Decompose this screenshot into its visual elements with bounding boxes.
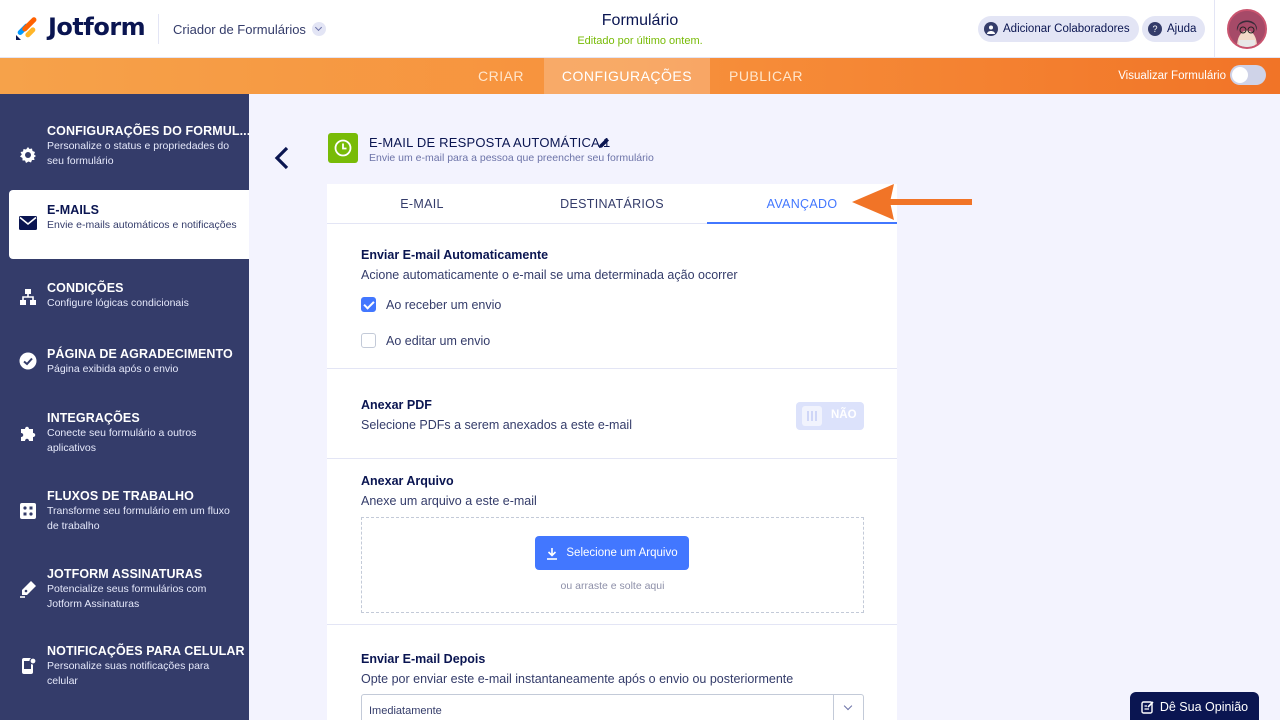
sitemap-icon (19, 288, 37, 306)
avatar[interactable] (1227, 9, 1267, 49)
send-time-select[interactable]: Imediatamente (361, 694, 864, 720)
section-divider (327, 458, 897, 459)
jotform-logo-icon (16, 17, 37, 40)
section-divider (327, 624, 897, 625)
attach-file-title: Anexar Arquivo (361, 474, 454, 488)
tab-configuracoes[interactable]: CONFIGURAÇÕES (544, 58, 710, 94)
on-submit-label[interactable]: Ao receber um envio (386, 298, 501, 312)
sidebar-item-desc: Transforme seu formulário em um fluxo de… (47, 505, 230, 532)
sidebar-item-jotform-sign[interactable]: JOTFORM ASSINATURAS Potencialize seus fo… (0, 566, 249, 616)
email-tabs: E-MAIL DESTINATÁRIOS AVANÇADO (327, 184, 897, 224)
feedback-label: Dê Sua Opinião (1159, 700, 1249, 714)
sidebar-item-workflows[interactable]: FLUXOS DE TRABALHO Transforme seu formul… (0, 488, 249, 538)
send-later-title: Enviar E-mail Depois (361, 652, 486, 666)
envelope-icon (19, 214, 37, 232)
sidebar-item-mobile-notifications[interactable]: NOTIFICAÇÕES PARA CELULAR Personalize su… (0, 643, 249, 693)
attach-pdf-toggle-label: NÃO (831, 409, 857, 421)
help-button[interactable]: ? Ajuda (1142, 16, 1206, 42)
puzzle-icon (19, 424, 37, 442)
sidebar-item-desc: Personalize o status e propriedades do s… (47, 140, 230, 167)
sidebar-item-desc: Conecte seu formulário a outros aplicati… (47, 427, 197, 454)
autoresponder-clock-icon (328, 133, 358, 163)
builder-nav: CRIAR CONFIGURAÇÕES PUBLICAR Visualizar … (0, 58, 1280, 94)
add-collaborators-button[interactable]: Adicionar Colaboradores (978, 16, 1139, 42)
auto-send-title: Enviar E-mail Automaticamente (361, 248, 549, 262)
sidebar-item-title: E-MAILS (47, 203, 100, 217)
preview-form-toggle[interactable] (1230, 65, 1266, 85)
toggle-handle (802, 406, 822, 426)
send-time-value: Imediatamente (369, 705, 442, 717)
form-title[interactable]: Formulário (500, 12, 780, 30)
sidebar-item-desc: Personalize suas notificações para celul… (47, 660, 210, 687)
advanced-settings-panel: Enviar E-mail Automaticamente Acione aut… (327, 224, 897, 720)
settings-sidebar: CONFIGURAÇÕES DO FORMUL... Personalize o… (0, 94, 251, 720)
check-circle-icon (19, 352, 37, 370)
builder-selector[interactable]: Criador de Formulários (158, 14, 326, 44)
on-edit-label[interactable]: Ao editar um envio (386, 334, 490, 348)
sidebar-item-desc: Potencialize seus formulários com Jotfor… (47, 583, 207, 610)
send-later-desc: Opte por enviar este e-mail instantaneam… (361, 672, 794, 686)
last-edited-status: Editado por último ontem. (577, 35, 703, 47)
question-icon: ? (1148, 22, 1162, 36)
tab-publicar[interactable]: PUBLICAR (718, 58, 814, 94)
chevron-down-icon (833, 695, 863, 720)
preview-form-label: Visualizar Formulário (1118, 70, 1226, 82)
tab-email[interactable]: E-MAIL (327, 184, 517, 224)
mobile-icon (19, 657, 37, 675)
sidebar-item-desc: Página exibida após o envio (47, 363, 179, 375)
sidebar-item-title: FLUXOS DE TRABALHO (47, 489, 194, 503)
sidebar-item-emails[interactable]: E-MAILS Envie e-mails automáticos e noti… (9, 190, 249, 259)
on-submit-checkbox[interactable] (361, 297, 376, 312)
sidebar-item-title: JOTFORM ASSINATURAS (47, 567, 203, 581)
sidebar-item-thank-you-page[interactable]: PÁGINA DE AGRADECIMENTO Página exibida a… (0, 346, 249, 386)
chevron-down-icon (311, 22, 326, 36)
sidebar-item-title: PÁGINA DE AGRADECIMENTO (47, 347, 233, 361)
tab-recipients[interactable]: DESTINATÁRIOS (517, 184, 707, 224)
file-dropzone[interactable]: Selecione um Arquivo ou arraste e solte … (361, 517, 864, 613)
help-label: Ajuda (1167, 23, 1197, 35)
tab-criar[interactable]: CRIAR (465, 58, 537, 94)
add-collaborators-label: Adicionar Colaboradores (1003, 23, 1130, 35)
sidebar-item-form-settings[interactable]: CONFIGURAÇÕES DO FORMUL... Personalize o… (0, 120, 251, 190)
select-file-button[interactable]: Selecione um Arquivo (535, 536, 689, 570)
top-header: Jotform Criador de Formulários Formulári… (0, 0, 1280, 58)
sidebar-item-title: CONDIÇÕES (47, 281, 124, 295)
attach-pdf-desc: Selecione PDFs a serem anexados a este e… (361, 418, 632, 432)
avatar-container[interactable] (1214, 0, 1280, 58)
download-icon (547, 547, 558, 560)
gear-icon (19, 146, 37, 164)
user-icon (984, 22, 998, 36)
sidebar-item-title: INTEGRAÇÕES (47, 411, 140, 425)
workflow-icon (19, 502, 37, 520)
drag-drop-hint: ou arraste e solte aqui (560, 580, 665, 592)
attach-file-desc: Anexe um arquivo a este e-mail (361, 494, 537, 508)
auto-send-desc: Acione automaticamente o e-mail se uma d… (361, 268, 738, 282)
feedback-button[interactable]: Dê Sua Opinião (1130, 692, 1259, 720)
jotform-logo[interactable]: Jotform (14, 13, 146, 41)
email-subtitle: Envie um e-mail para a pessoa que preenc… (369, 152, 654, 164)
pen-icon (19, 580, 37, 598)
sidebar-item-title: NOTIFICAÇÕES PARA CELULAR (47, 644, 245, 658)
brand-name: Jotform (48, 13, 146, 41)
sidebar-item-title: CONFIGURAÇÕES DO FORMUL... (47, 124, 251, 138)
feedback-icon (1141, 701, 1154, 714)
builder-label: Criador de Formulários (173, 21, 306, 37)
sidebar-item-desc: Envie e-mails automáticos e notificações (47, 219, 237, 231)
toggle-knob (1232, 67, 1248, 83)
attach-pdf-toggle[interactable]: NÃO (796, 402, 864, 430)
section-divider (327, 368, 897, 369)
sidebar-item-desc: Configure lógicas condicionais (47, 297, 189, 309)
sidebar-item-conditions[interactable]: CONDIÇÕES Configure lógicas condicionais (0, 280, 249, 320)
on-edit-checkbox[interactable] (361, 333, 376, 348)
select-file-label: Selecione um Arquivo (566, 547, 678, 559)
attach-pdf-title: Anexar PDF (361, 398, 432, 412)
annotation-arrow (852, 184, 972, 220)
sidebar-item-integrations[interactable]: INTEGRAÇÕES Conecte seu formulário a out… (0, 410, 249, 460)
email-title: E-MAIL DE RESPOSTA AUTOMÁTICA 1 (369, 135, 611, 150)
back-chevron-icon[interactable] (272, 146, 292, 170)
